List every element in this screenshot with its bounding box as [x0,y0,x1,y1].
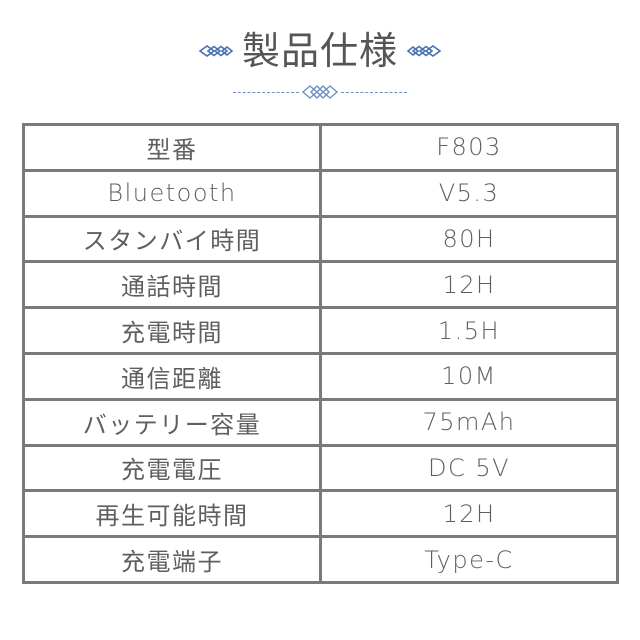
spec-label: 通話時間 [22,260,322,310]
spec-row: 充電端子 Type-C [22,535,619,584]
spec-value: 12H [319,260,619,310]
spec-label: 充電電圧 [22,443,322,493]
spec-table: 型番 F803 Bluetooth V5.3 スタンバイ時間 80H 通話時間 12H 充電時間… [22,123,619,584]
spec-label: バッテリー容量 [22,397,322,447]
spec-value: Type-C [319,535,619,584]
spec-row: 通話時間 12H [22,260,619,310]
diamond-chain-icon [198,45,234,57]
title-row: 製品仕様 [0,27,640,75]
spec-value: V5.3 [319,168,619,218]
spec-table-body: 型番 F803 Bluetooth V5.3 スタンバイ時間 80H 通話時間 12H 充電時間… [22,123,619,584]
spec-row: バッテリー容量 75mAh [22,397,619,447]
spec-label: 充電時間 [22,306,322,355]
spec-row: スタンバイ時間 80H [22,214,619,264]
spec-label: 再生可能時間 [22,489,322,539]
spec-label: 通信距離 [22,351,322,401]
diamond-chain-icon [406,45,442,57]
spec-value: 12H [319,489,619,539]
spec-row: 通信距離 10M [22,351,619,401]
diamond-chain-icon [301,85,339,99]
spec-label: 充電端子 [22,535,322,584]
divider-line-left [233,91,299,93]
spec-value: 10M [319,351,619,401]
spec-value: 80H [319,214,619,264]
title-divider [0,84,640,100]
spec-label: スタンバイ時間 [22,214,322,264]
spec-header: 製品仕様 [0,0,640,110]
spec-row: Bluetooth V5.3 [22,168,619,218]
spec-value: 1.5H [319,306,619,355]
spec-row: 再生可能時間 12H [22,489,619,539]
spec-row: 型番 F803 [22,123,619,172]
spec-value: 75mAh [319,397,619,447]
spec-value: F803 [319,123,619,172]
spec-row: 充電時間 1.5H [22,306,619,355]
spec-row: 充電電圧 DC 5V [22,443,619,493]
divider-line-right [341,91,407,93]
spec-value: DC 5V [319,443,619,493]
spec-label: Bluetooth [22,168,322,218]
page-title: 製品仕様 [241,29,398,73]
spec-label: 型番 [22,123,322,172]
